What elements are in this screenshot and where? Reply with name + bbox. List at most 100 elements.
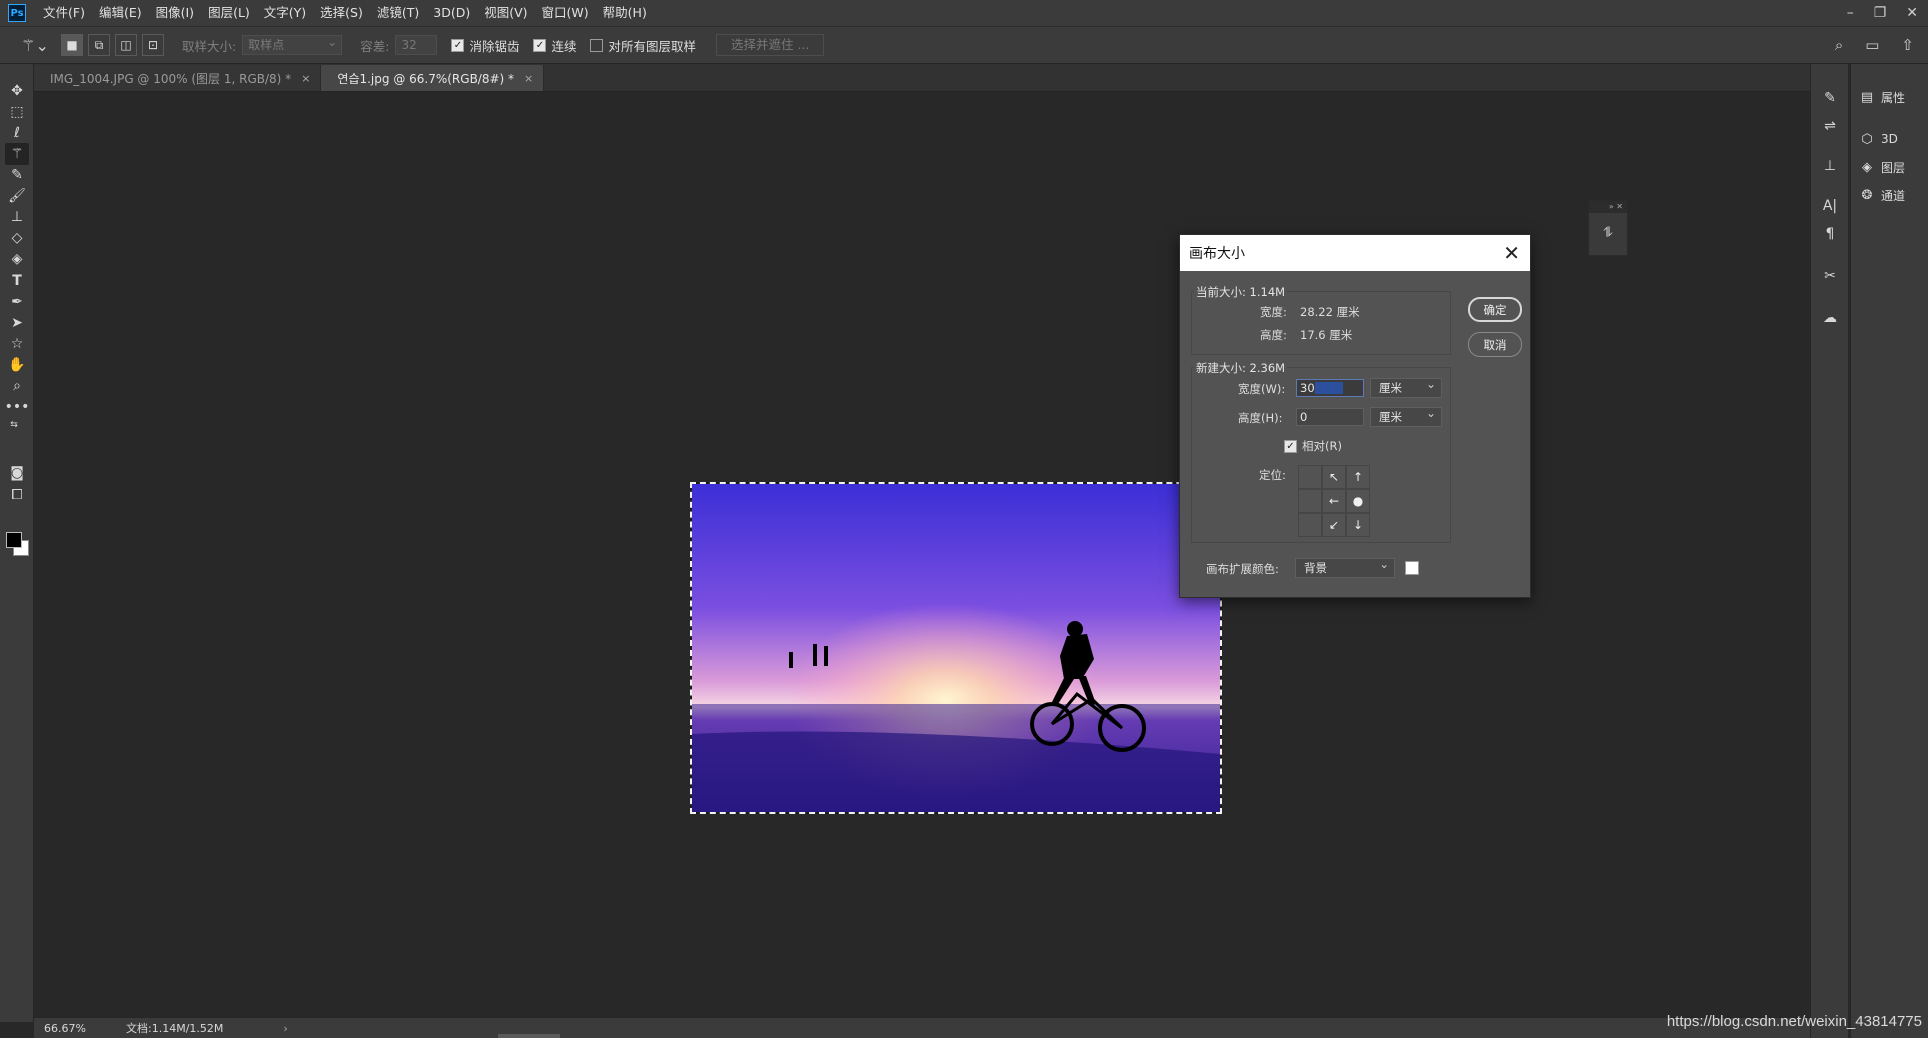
- paragraph-icon[interactable]: ¶: [1819, 224, 1841, 244]
- panel-channels[interactable]: ❂ 通道: [1859, 184, 1905, 206]
- menu-select[interactable]: 选择(S): [313, 0, 370, 26]
- history-mini-panel[interactable]: » ✕ ⥮: [1588, 200, 1628, 256]
- anchor-top-center[interactable]: ↖: [1322, 465, 1346, 489]
- foreground-color-swatch[interactable]: [6, 532, 22, 548]
- tolerance-input[interactable]: 32: [395, 35, 438, 55]
- shape-tool-icon[interactable]: ☆: [5, 333, 29, 355]
- add-selection-icon[interactable]: ⧉: [88, 34, 110, 56]
- cancel-button[interactable]: 取消: [1468, 332, 1522, 357]
- brush-tool-icon[interactable]: 🖌: [5, 185, 29, 207]
- screen-mode-icon[interactable]: ⧠: [5, 484, 29, 506]
- anchor-center[interactable]: ←: [1322, 489, 1346, 513]
- menu-layer[interactable]: 图层(L): [201, 0, 257, 26]
- horizontal-scrollbar[interactable]: [498, 1034, 560, 1038]
- path-select-tool-icon[interactable]: ➤: [5, 312, 29, 334]
- workspace-icon[interactable]: ▭: [1865, 36, 1879, 54]
- move-tool-icon[interactable]: ✥: [5, 80, 29, 102]
- panel-properties[interactable]: ▤ 属性: [1859, 86, 1905, 108]
- brush-settings-icon[interactable]: ✎: [1819, 88, 1841, 108]
- status-menu-icon[interactable]: ›: [283, 1022, 287, 1035]
- extension-color-swatch[interactable]: [1405, 561, 1419, 575]
- stamp-tool-icon[interactable]: ⊥: [5, 206, 29, 228]
- height-unit-select[interactable]: 厘米: [1370, 404, 1442, 427]
- width-unit-select[interactable]: 厘米: [1370, 375, 1442, 398]
- extension-color-select[interactable]: 背景: [1295, 555, 1395, 578]
- cloud-icon[interactable]: ☁: [1819, 308, 1841, 328]
- menu-file[interactable]: 文件(F): [36, 0, 92, 26]
- marquee-tool-icon[interactable]: ⬚: [5, 101, 29, 123]
- panel-3d[interactable]: ⬡ 3D: [1859, 128, 1898, 150]
- intersect-selection-icon[interactable]: ⊡: [142, 34, 164, 56]
- eyedropper-tool-icon[interactable]: ✎: [5, 164, 29, 186]
- menu-help[interactable]: 帮助(H): [596, 0, 654, 26]
- magic-wand-tool-icon[interactable]: ⚚: [5, 143, 29, 165]
- panels-dock: ▤ 属性 ⬡ 3D ◈ 图层 ❂ 通道: [1850, 64, 1928, 1038]
- tab-label: 연습1.jpg @ 66.7%(RGB/8#) *: [337, 71, 515, 86]
- ok-button[interactable]: 确定: [1468, 297, 1522, 322]
- minimize-icon[interactable]: –: [1847, 5, 1854, 21]
- anchor-top-right[interactable]: ↑: [1346, 465, 1370, 489]
- restore-icon[interactable]: ❐: [1874, 5, 1887, 21]
- adjustments-icon[interactable]: ⇌: [1819, 116, 1841, 136]
- close-icon[interactable]: ✕: [1503, 241, 1520, 265]
- close-tab-icon[interactable]: ×: [524, 72, 533, 85]
- contiguous-check-icon: ✓: [533, 38, 547, 52]
- type-tool-icon[interactable]: T: [5, 270, 29, 292]
- tools-icon[interactable]: ✂: [1819, 266, 1841, 286]
- sample-size-label: 取样大小:: [182, 38, 237, 54]
- menu-3d[interactable]: 3D(D): [426, 0, 477, 26]
- menu-type[interactable]: 文字(Y): [257, 0, 313, 26]
- arrow-up-left-icon: ↖: [1328, 470, 1340, 484]
- menu-edit[interactable]: 编辑(E): [92, 0, 149, 26]
- anchor-bottom-center[interactable]: ↙: [1322, 513, 1346, 537]
- hand-tool-icon[interactable]: ✋: [5, 354, 29, 376]
- menu-view[interactable]: 视图(V): [477, 0, 534, 26]
- tab-img-1004[interactable]: IMG_1004.JPG @ 100% (图层 1, RGB/8) * ×: [34, 65, 322, 91]
- document-canvas[interactable]: [690, 482, 1222, 814]
- menu-image[interactable]: 图像(I): [149, 0, 201, 26]
- width-input[interactable]: 30: [1296, 379, 1364, 397]
- lasso-tool-icon[interactable]: ℓ: [5, 122, 29, 144]
- clone-source-icon[interactable]: ⊥: [1819, 156, 1841, 176]
- anchor-grid[interactable]: ↖ ↑ ← ● ↙ ↓: [1298, 465, 1370, 537]
- relative-checkbox[interactable]: ✓ 相对(R): [1284, 438, 1342, 454]
- swap-colors-icon[interactable]: ⇆: [2, 414, 26, 436]
- magic-wand-preset-icon[interactable]: ⚚⌄: [14, 31, 56, 59]
- anchor-top-left[interactable]: [1298, 465, 1322, 489]
- search-icon[interactable]: ⌕: [1835, 36, 1843, 54]
- select-and-mask-button[interactable]: 选择并遮住 ...: [715, 34, 825, 56]
- menu-filter[interactable]: 滤镜(T): [370, 0, 426, 26]
- layers-icon: ◈: [1862, 159, 1872, 175]
- zoom-level[interactable]: 66.67%: [44, 1022, 100, 1035]
- anchor-middle-left[interactable]: [1298, 489, 1322, 513]
- close-tab-icon[interactable]: ×: [301, 72, 310, 85]
- anchor-middle-right[interactable]: ●: [1346, 489, 1370, 513]
- eraser-tool-icon[interactable]: ◇: [5, 227, 29, 249]
- character-icon[interactable]: A|: [1819, 196, 1841, 216]
- current-size-group: [1191, 291, 1451, 355]
- pen-tool-icon[interactable]: ✒: [5, 291, 29, 313]
- panel-layers[interactable]: ◈ 图层: [1859, 156, 1905, 178]
- canvas-image: [692, 484, 1220, 812]
- subtract-selection-icon[interactable]: ◫: [115, 34, 137, 56]
- history-icon[interactable]: ⥮: [1589, 213, 1627, 253]
- anchor-bottom-left[interactable]: [1298, 513, 1322, 537]
- paint-bucket-tool-icon[interactable]: ◈: [5, 248, 29, 270]
- height-input[interactable]: 0: [1296, 408, 1364, 426]
- close-window-icon[interactable]: ✕: [1906, 5, 1918, 21]
- zoom-tool-icon[interactable]: ⌕: [5, 375, 29, 397]
- width-label: 宽度(W):: [1238, 382, 1286, 396]
- quick-mask-icon[interactable]: ◙: [5, 462, 29, 484]
- sample-size-select[interactable]: 取样点: [242, 33, 343, 55]
- arrow-down-icon: ↓: [1352, 518, 1364, 532]
- all-layers-checkbox[interactable]: 对所有图层取样: [590, 36, 696, 55]
- canvas-size-dialog: 画布大小 ✕ 当前大小: 1.14M 宽度: 28.22 厘米 高度: 17.6…: [1179, 234, 1531, 598]
- antialias-checkbox[interactable]: ✓ 消除锯齿: [451, 36, 519, 55]
- share-icon[interactable]: ⇧: [1901, 36, 1914, 54]
- menu-bar: Ps 文件(F) 编辑(E) 图像(I) 图层(L) 文字(Y) 选择(S) 滤…: [0, 0, 1928, 26]
- contiguous-checkbox[interactable]: ✓ 连续: [533, 36, 576, 55]
- tab-practice-1[interactable]: 연습1.jpg @ 66.7%(RGB/8#) * ×: [321, 65, 545, 91]
- menu-window[interactable]: 窗口(W): [535, 0, 596, 26]
- anchor-bottom-right[interactable]: ↓: [1346, 513, 1370, 537]
- new-selection-icon[interactable]: ■: [61, 34, 83, 56]
